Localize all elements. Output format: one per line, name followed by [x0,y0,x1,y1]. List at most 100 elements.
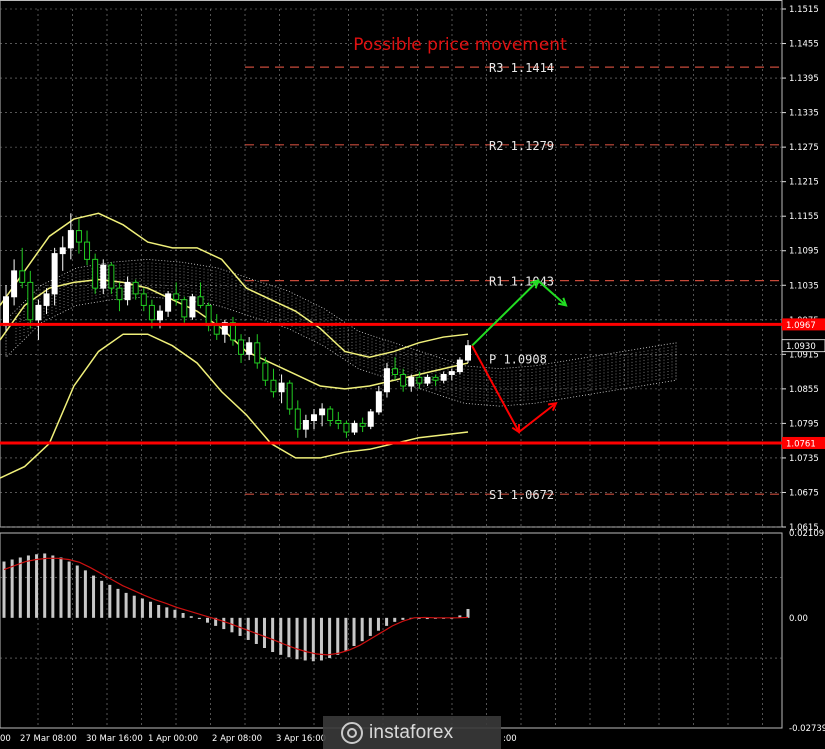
candle-body [367,411,374,427]
candle-body [27,281,34,321]
candle-body [197,296,204,306]
macd-bar [466,608,470,618]
macd-bar [222,617,226,630]
candle-body [278,382,285,393]
candle-body [213,325,220,335]
y-tick-label: 1.0855 [789,385,819,395]
y-tick-label: 1.0675 [789,488,819,498]
macd-bar [10,559,14,618]
macd-bar [83,570,87,618]
candle-body [343,422,350,433]
candle-body [448,371,455,375]
x-tick-label: 1 Apr 00:00 [148,734,198,744]
candle-body [148,304,155,321]
candle-body [165,293,172,312]
price-frame [0,0,783,528]
candle-body [157,310,163,321]
candle-body [311,414,317,422]
macd-tick-label: -0.02739 [789,724,825,734]
price-mark-label: 1.0967 [786,321,816,331]
macd-bar [303,617,307,661]
candle-body [92,258,99,289]
candle-body [84,241,91,260]
candle-body [416,376,423,384]
macd-bar [254,617,258,644]
macd-bar [26,555,30,618]
candle-body [327,408,334,422]
macd-bar [336,617,340,655]
macd-signal-line [3,557,469,656]
chart-canvas: R3 1.1414R2 1.1279R1 1.1043P 1.0908S1 1.… [0,0,825,744]
macd-tick-label: 0.00 [789,614,808,624]
axes: 1.1515 1.1455 1.1395 1.1335 1.1275 1.1215 1.11… [0,5,825,744]
candle-body [465,345,471,361]
candle-body [302,420,309,430]
macd-bar [206,617,210,623]
candle-body [246,342,253,355]
candle-body [59,247,66,255]
forecast-up-arrow-path [471,279,567,347]
y-tick-label: 1.1395 [789,74,819,84]
macd-tick-label: 0.02109 [789,529,824,539]
macd-bar [2,561,6,618]
candle-body [400,373,407,387]
macd-bar [140,598,144,618]
macd-bar [352,617,356,646]
candle-body [319,408,326,416]
macd-bar [287,617,291,658]
x-tick-label: :00 [503,734,517,744]
macd-bar [51,555,55,618]
macd-bar [271,617,275,653]
macd-bar [344,617,348,651]
macd-bar [67,561,71,618]
macd-bar [385,617,389,626]
macd-bar [262,617,266,648]
y-tick-label: 1.1215 [789,178,819,188]
price-mark-label: 1.0930 [786,342,816,352]
y-tick-label: 1.1335 [789,109,819,119]
candle-body [43,293,50,306]
watermark-text: instaforex [369,721,454,743]
candle-body [262,362,269,381]
grid [0,0,783,729]
indicator-lines [0,212,469,479]
macd-bar [311,617,315,662]
candle-body [270,379,277,393]
candle-body [424,376,431,384]
bollinger-lower [0,333,469,479]
macd-bar [197,617,201,620]
x-tick-label: 27 Mar 08:00 [20,734,77,744]
y-tick-label: 1.1035 [789,281,819,291]
macd-bar [328,617,332,659]
instaforex-icon [341,721,363,744]
candle-body [440,373,447,381]
x-tick-label: 00 [0,734,11,744]
macd-bar [173,609,177,618]
chart-title: Possible price movement [353,35,567,55]
macd-bar [124,592,128,618]
macd-bar [401,617,405,620]
price-mark-label: 1.0761 [786,439,816,449]
macd-bar [157,604,161,618]
y-tick-label: 1.0735 [789,454,819,464]
cloud-outline [5,258,677,407]
macd-bar [92,575,96,618]
candle-body [19,270,26,283]
pivot-label-r3: R3 1.1414 [489,61,554,75]
candle-body [51,253,58,295]
macd-bar [181,613,185,618]
candle-body [173,293,180,301]
macd-bar [18,557,22,618]
macd-bar [132,595,136,618]
candle-body [294,408,301,430]
y-tick-label: 1.1515 [789,5,819,15]
candle-body [116,287,123,301]
candle-body [286,382,293,410]
macd-frame [0,532,783,729]
candle-body [189,296,196,318]
macd-bar [165,607,169,618]
candle-body [132,281,139,295]
macd-bar [59,557,63,618]
candle-body [108,264,115,289]
y-tick-label: 1.0795 [789,419,819,429]
